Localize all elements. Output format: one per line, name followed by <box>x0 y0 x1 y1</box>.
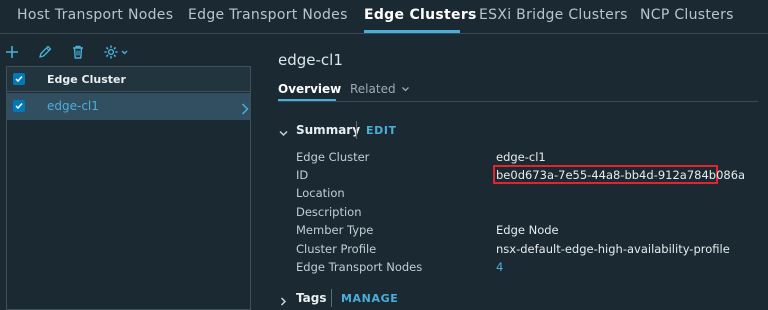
prop-value-id: be0d673a-7e55-44a8-bb4d-912a784b086a <box>496 168 746 182</box>
pencil-icon[interactable] <box>37 44 57 64</box>
plus-icon[interactable] <box>4 44 24 64</box>
edge-cluster-grid: Edge Cluster edge-cl1 <box>6 66 251 310</box>
chevron-down-icon[interactable] <box>278 124 289 143</box>
tab-host-transport-nodes[interactable]: Host Transport Nodes <box>17 7 173 23</box>
detail-tabs: Overview Related <box>278 80 758 102</box>
row-checkbox[interactable] <box>13 100 25 112</box>
prop-value-member-type: Edge Node <box>496 223 559 237</box>
divider <box>331 289 332 307</box>
active-tab-indicator <box>364 30 460 33</box>
tags-section-header[interactable]: Tags MANAGE <box>278 289 418 309</box>
table-row[interactable]: edge-cl1 <box>7 93 250 120</box>
prop-label-member-type: Member Type <box>296 223 374 237</box>
subtabs-divider <box>278 101 758 102</box>
tab-edge-transport-nodes[interactable]: Edge Transport Nodes <box>188 7 348 23</box>
gear-icon[interactable] <box>103 44 131 64</box>
top-nav-tabs: Host Transport Nodes Edge Transport Node… <box>0 0 768 34</box>
prop-value-cluster-profile: nsx-default-edge-high-availability-profi… <box>496 242 730 256</box>
summary-section-header[interactable]: Summary EDIT <box>278 121 418 141</box>
chevron-down-icon <box>402 87 410 92</box>
prop-label-edge-cluster: Edge Cluster <box>296 150 370 164</box>
chevron-right-icon[interactable] <box>278 292 289 310</box>
prop-label-description: Description <box>296 205 362 219</box>
prop-label-location: Location <box>296 186 345 200</box>
grid-header: Edge Cluster <box>7 67 250 92</box>
prop-label-edge-transport-nodes: Edge Transport Nodes <box>296 260 423 274</box>
column-header-edge-cluster: Edge Cluster <box>47 73 126 86</box>
edit-button[interactable]: EDIT <box>366 124 397 137</box>
prop-value-edge-transport-nodes-link[interactable]: 4 <box>496 260 503 274</box>
tab-ncp-clusters[interactable]: NCP Clusters <box>640 7 734 23</box>
tab-related[interactable]: Related <box>350 82 410 96</box>
select-all-checkbox[interactable] <box>13 73 25 85</box>
tab-esxi-bridge-clusters[interactable]: ESXi Bridge Clusters <box>479 7 628 23</box>
chevron-right-icon[interactable] <box>241 100 249 119</box>
trash-icon[interactable] <box>70 44 90 64</box>
divider <box>356 121 357 139</box>
prop-label-cluster-profile: Cluster Profile <box>296 242 377 256</box>
prop-label-id: ID <box>296 168 309 182</box>
manage-button[interactable]: MANAGE <box>341 292 398 305</box>
tab-edge-clusters[interactable]: Edge Clusters <box>364 7 477 23</box>
grid-toolbar <box>0 44 250 66</box>
tags-title: Tags <box>296 291 327 305</box>
detail-title: edge-cl1 <box>278 51 343 69</box>
tab-related-label: Related <box>350 82 396 96</box>
row-edge-cluster-name[interactable]: edge-cl1 <box>47 99 99 113</box>
prop-value-edge-cluster: edge-cl1 <box>496 150 546 164</box>
tab-overview[interactable]: Overview <box>278 82 341 96</box>
summary-title: Summary <box>296 123 361 137</box>
